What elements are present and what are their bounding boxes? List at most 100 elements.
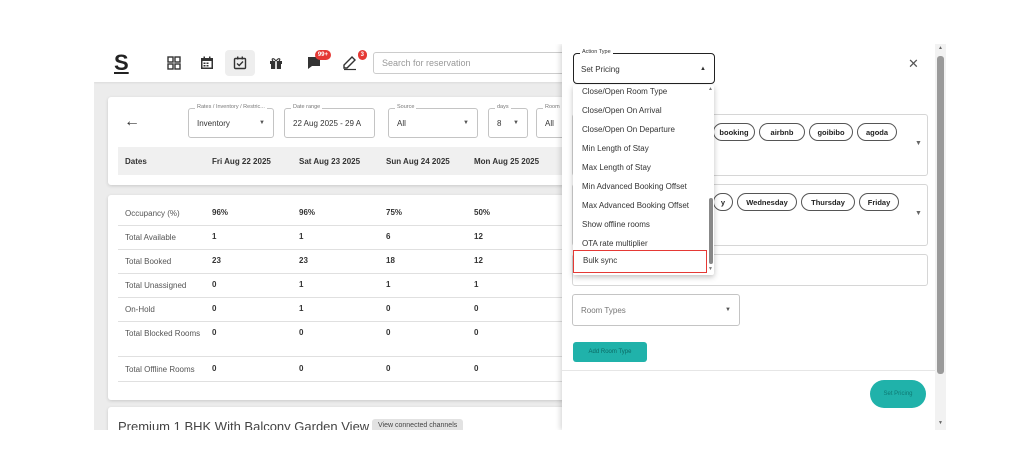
room-title: Premium 1 BHK With Balcony Garden View bbox=[118, 419, 370, 430]
cell-value: 0 bbox=[386, 364, 391, 373]
grid-icon[interactable] bbox=[164, 53, 184, 73]
scroll-down-arrow-icon[interactable]: ▼ bbox=[938, 420, 943, 426]
cell-value: 0 bbox=[474, 304, 479, 313]
cell-value: 50% bbox=[474, 208, 491, 217]
row-label: Occupancy (%) bbox=[125, 209, 180, 218]
channel-chip-booking[interactable]: booking bbox=[713, 123, 755, 141]
row-label: Total Unassigned bbox=[125, 281, 187, 290]
cell-value: 0 bbox=[386, 328, 391, 337]
dropdown-option-bulk-sync[interactable]: Bulk sync bbox=[573, 250, 707, 273]
dropdown-option[interactable]: Min Length of Stay bbox=[573, 139, 707, 158]
channel-chip-agoda[interactable]: agoda bbox=[857, 123, 897, 141]
channel-chip-airbnb[interactable]: airbnb bbox=[759, 123, 805, 141]
cell-value: 6 bbox=[386, 232, 391, 241]
cell-value: 1 bbox=[474, 280, 479, 289]
room-types-placeholder: Room Types bbox=[581, 306, 626, 315]
app-window: S 99+ 3 ← Rates / Inventory / Restric...… bbox=[94, 44, 946, 430]
day-chip-thursday[interactable]: Thursday bbox=[801, 193, 855, 211]
dropdown-option[interactable]: Close/Open On Arrival bbox=[573, 101, 707, 120]
cell-value: 0 bbox=[212, 328, 217, 337]
calendar-icon[interactable] bbox=[197, 53, 217, 73]
source-value: All bbox=[397, 119, 406, 128]
scroll-up-arrow-icon[interactable]: ▲ bbox=[938, 45, 943, 51]
action-type-label: Action Type bbox=[580, 49, 613, 55]
dropdown-scroll-thumb[interactable] bbox=[709, 198, 713, 264]
caret-down-icon: ▼ bbox=[463, 120, 469, 126]
panel-scroll-thumb[interactable] bbox=[937, 56, 944, 374]
back-arrow-icon[interactable]: ← bbox=[124, 113, 140, 131]
set-pricing-button[interactable]: Set Pricing bbox=[870, 380, 926, 408]
panel-scrollbar[interactable]: ▲ ▼ bbox=[935, 44, 946, 430]
chat-icon[interactable]: 99+ bbox=[304, 50, 331, 73]
cell-value: 23 bbox=[212, 256, 221, 265]
cell-value: 0 bbox=[212, 304, 217, 313]
edit-icon[interactable]: 3 bbox=[340, 50, 367, 73]
cell-value: 0 bbox=[212, 280, 217, 289]
dropdown-option[interactable]: Max Length of Stay bbox=[573, 158, 707, 177]
cell-value: 1 bbox=[299, 232, 304, 241]
cell-value: 0 bbox=[299, 364, 304, 373]
action-type-select[interactable]: Action Type Set Pricing ▲ bbox=[573, 49, 715, 84]
room-types-select[interactable]: Room Types ▼ bbox=[572, 294, 740, 326]
rates-inventory-select[interactable]: Rates / Inventory / Restric... Inventory… bbox=[188, 104, 274, 138]
add-room-type-button[interactable]: Add Room Type bbox=[573, 342, 647, 362]
day-chip-friday[interactable]: Friday bbox=[859, 193, 899, 211]
chevron-down-icon[interactable]: ▼ bbox=[915, 210, 922, 217]
cell-value: 12 bbox=[474, 232, 483, 241]
caret-down-icon: ▼ bbox=[725, 307, 731, 313]
day-chip-wednesday[interactable]: Wednesday bbox=[737, 193, 797, 211]
dropdown-option[interactable]: Max Advanced Booking Offset bbox=[573, 196, 707, 215]
caret-down-icon: ▼ bbox=[259, 120, 265, 126]
row-label: Total Available bbox=[125, 233, 176, 242]
app-logo[interactable]: S bbox=[114, 50, 129, 76]
search-input[interactable] bbox=[373, 52, 573, 74]
chevron-down-icon[interactable]: ▼ bbox=[915, 140, 922, 147]
panel-divider bbox=[562, 370, 946, 371]
chat-badge: 99+ bbox=[314, 50, 331, 60]
cell-value: 0 bbox=[212, 364, 217, 373]
source-select[interactable]: Source All ▼ bbox=[388, 104, 478, 138]
action-type-value: Set Pricing bbox=[581, 65, 620, 74]
dropdown-option[interactable]: Close/Open Room Type bbox=[573, 85, 707, 101]
gift-icon[interactable] bbox=[266, 53, 286, 73]
dropdown-option[interactable]: Min Advanced Booking Offset bbox=[573, 177, 707, 196]
cell-value: 1 bbox=[299, 304, 304, 313]
calendar-check-icon[interactable] bbox=[225, 50, 255, 76]
channel-chip-goibibo[interactable]: goibibo bbox=[809, 123, 853, 141]
rooms-value: All bbox=[545, 119, 554, 128]
days-select[interactable]: days 8 ▼ bbox=[488, 104, 528, 138]
close-icon[interactable]: ✕ bbox=[908, 56, 919, 72]
cell-value: 0 bbox=[474, 328, 479, 337]
view-connected-channels-button[interactable]: View connected channels bbox=[372, 419, 464, 430]
cell-value: 18 bbox=[386, 256, 395, 265]
row-label: Total Booked bbox=[125, 257, 172, 266]
day-chip-partial[interactable]: y bbox=[713, 193, 733, 211]
dropdown-option[interactable]: Close/Open On Departure bbox=[573, 120, 707, 139]
date-range-field[interactable]: Date range 22 Aug 2025 - 29 A bbox=[284, 104, 375, 138]
date-range-value: 22 Aug 2025 - 29 A bbox=[293, 119, 362, 128]
date-column-header: Sat Aug 23 2025 bbox=[299, 157, 361, 166]
caret-down-icon: ▼ bbox=[513, 120, 519, 126]
cell-value: 96% bbox=[212, 208, 229, 217]
dropdown-option[interactable]: Show offline rooms bbox=[573, 215, 707, 234]
days-value: 8 bbox=[497, 119, 502, 128]
cell-value: 12 bbox=[474, 256, 483, 265]
cell-value: 96% bbox=[299, 208, 316, 217]
dates-header-label: Dates bbox=[125, 157, 147, 166]
rates-inventory-value: Inventory bbox=[197, 119, 230, 128]
cell-value: 1 bbox=[212, 232, 217, 241]
date-column-header: Fri Aug 22 2025 bbox=[212, 157, 271, 166]
dropdown-scrollbar[interactable]: ▲ ▼ bbox=[708, 85, 714, 275]
days-label: days bbox=[495, 104, 511, 110]
scroll-up-arrow-icon[interactable]: ▲ bbox=[708, 86, 713, 92]
action-type-dropdown: Close/Open Room Type Close/Open On Arriv… bbox=[573, 85, 714, 275]
rates-inventory-label: Rates / Inventory / Restric... bbox=[195, 104, 267, 110]
rooms-label: Room bbox=[543, 104, 562, 110]
cell-value: 1 bbox=[386, 280, 391, 289]
edit-badge: 3 bbox=[357, 50, 367, 60]
date-column-header: Mon Aug 25 2025 bbox=[474, 157, 540, 166]
scroll-down-arrow-icon[interactable]: ▼ bbox=[708, 266, 713, 272]
cell-value: 0 bbox=[386, 304, 391, 313]
date-column-header: Sun Aug 24 2025 bbox=[386, 157, 450, 166]
cell-value: 1 bbox=[299, 280, 304, 289]
